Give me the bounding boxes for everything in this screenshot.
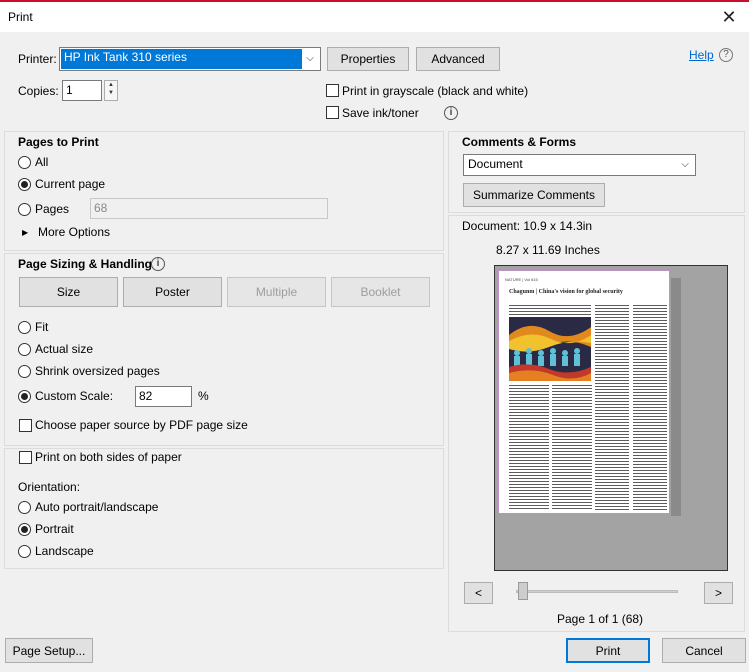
grayscale-checkbox[interactable] <box>326 84 339 97</box>
percent-label: % <box>198 389 209 403</box>
text-column <box>633 305 667 511</box>
title-bar: Print ✕ <box>0 0 749 32</box>
prev-page-button[interactable]: < <box>464 582 493 604</box>
comments-forms-title: Comments & Forms <box>462 135 577 149</box>
spin-down-icon[interactable]: ▼ <box>105 89 117 97</box>
actual-size-label: Actual size <box>35 342 94 356</box>
all-pages-radio[interactable] <box>18 156 31 169</box>
size-tab-button[interactable]: Size <box>19 277 118 307</box>
current-page-label: Current page <box>35 177 106 191</box>
illustration-graphic <box>509 317 591 381</box>
custom-scale-label: Custom Scale: <box>35 389 114 403</box>
close-icon[interactable]: ✕ <box>719 6 739 28</box>
printer-selected-value: HP Ink Tank 310 series <box>61 49 302 69</box>
fit-radio[interactable] <box>18 321 31 334</box>
expand-triangle-icon[interactable]: ▶ <box>22 228 28 237</box>
copies-label: Copies: <box>18 84 59 98</box>
both-sides-checkbox[interactable] <box>19 451 32 464</box>
paper-source-checkbox[interactable] <box>19 419 32 432</box>
save-ink-checkbox[interactable] <box>326 106 339 119</box>
multiple-tab-button[interactable]: Multiple <box>227 277 326 307</box>
document-size-label: Document: 10.9 x 14.3in <box>462 219 593 233</box>
page-slider-track[interactable] <box>516 590 678 593</box>
booklet-tab-button[interactable]: Booklet <box>331 277 430 307</box>
page-sizing-title: Page Sizing & Handling <box>18 257 153 271</box>
text-column <box>552 385 592 511</box>
window-title: Print <box>8 10 33 24</box>
fit-label: Fit <box>35 320 49 334</box>
landscape-radio[interactable] <box>18 545 31 558</box>
pages-range-radio[interactable] <box>18 203 31 216</box>
save-ink-label: Save ink/toner <box>342 106 419 120</box>
copies-spinner[interactable]: ▲ ▼ <box>104 80 118 101</box>
cancel-button[interactable]: Cancel <box>662 638 746 663</box>
article-title: Chagunm | China's vision for global secu… <box>509 289 623 295</box>
custom-scale-input[interactable]: 82 <box>135 386 192 407</box>
article-header: NATURE | Vol 615 <box>505 277 538 282</box>
page-shadow <box>671 278 681 516</box>
pages-range-label: Pages <box>35 202 70 216</box>
shrink-radio[interactable] <box>18 365 31 378</box>
all-pages-label: All <box>35 155 49 169</box>
copies-input[interactable]: 1 <box>62 80 102 101</box>
orientation-label: Orientation: <box>18 480 81 494</box>
portrait-label: Portrait <box>35 522 74 536</box>
help-icon[interactable]: ? <box>719 48 733 62</box>
current-page-radio[interactable] <box>18 178 31 191</box>
comments-forms-value: Document <box>468 157 523 171</box>
landscape-label: Landscape <box>35 544 94 558</box>
page-indicator: Page 1 of 1 (68) <box>557 612 644 626</box>
spin-up-icon[interactable]: ▲ <box>105 81 117 89</box>
actual-size-radio[interactable] <box>18 343 31 356</box>
paper-source-label: Choose paper source by PDF page size <box>35 418 248 432</box>
printer-label: Printer: <box>18 52 57 66</box>
text-block <box>509 305 591 315</box>
poster-tab-button[interactable]: Poster <box>123 277 222 307</box>
portrait-radio[interactable] <box>18 523 31 536</box>
pages-to-print-title: Pages to Print <box>18 135 99 149</box>
text-column <box>509 385 549 511</box>
page-setup-button[interactable]: Page Setup... <box>5 638 93 663</box>
chevron-down-icon: ⌵ <box>306 53 314 64</box>
print-preview: NATURE | Vol 615 Chagunm | China's visio… <box>494 265 728 571</box>
more-options-toggle[interactable]: More Options <box>38 225 110 239</box>
custom-scale-radio[interactable] <box>18 390 31 403</box>
both-sides-label: Print on both sides of paper <box>35 450 182 464</box>
grayscale-label: Print in grayscale (black and white) <box>342 84 529 98</box>
shrink-label: Shrink oversized pages <box>35 364 160 378</box>
info-icon[interactable]: i <box>444 106 458 120</box>
properties-button[interactable]: Properties <box>327 47 409 71</box>
auto-orientation-radio[interactable] <box>18 501 31 514</box>
page-slider-thumb[interactable] <box>518 582 528 600</box>
help-link[interactable]: Help <box>689 48 714 62</box>
text-column <box>595 305 629 511</box>
preview-page: NATURE | Vol 615 Chagunm | China's visio… <box>498 270 670 514</box>
article-illustration <box>509 317 591 381</box>
pages-range-input[interactable]: 68 <box>90 198 328 219</box>
info-icon[interactable]: i <box>151 257 165 271</box>
advanced-button[interactable]: Advanced <box>416 47 500 71</box>
print-button[interactable]: Print <box>566 638 650 663</box>
comments-forms-select[interactable]: Document ⌵ <box>463 154 696 176</box>
chevron-down-icon: ⌵ <box>681 159 689 170</box>
summarize-comments-button[interactable]: Summarize Comments <box>463 183 605 207</box>
paper-size-label: 8.27 x 11.69 Inches <box>496 243 600 257</box>
printer-select[interactable]: HP Ink Tank 310 series ⌵ <box>59 47 321 71</box>
auto-orientation-label: Auto portrait/landscape <box>35 500 159 514</box>
next-page-button[interactable]: > <box>704 582 733 604</box>
